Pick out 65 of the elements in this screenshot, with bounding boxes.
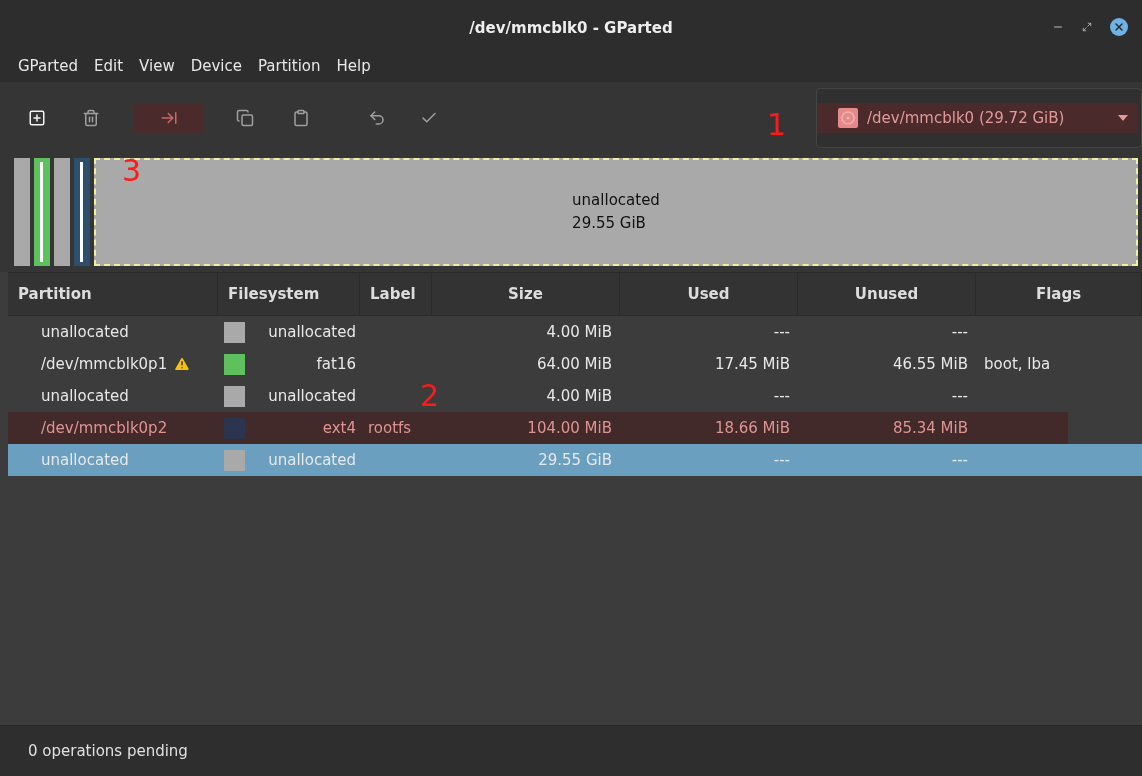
column-header[interactable]: Flags: [976, 273, 1142, 315]
table-cell-text: 18.66 MiB: [713, 418, 791, 439]
table-cell-text: 4.00 MiB: [545, 386, 613, 407]
partition-block[interactable]: [74, 158, 90, 266]
column-header[interactable]: Label: [360, 273, 432, 315]
column-header[interactable]: Filesystem: [218, 273, 360, 315]
menu-item[interactable]: Edit: [86, 57, 132, 75]
annotation-number: 3: [122, 156, 142, 186]
table-cell-text: 29.55 GiB: [537, 450, 613, 471]
table-cell: unallocated: [41, 323, 129, 341]
table-cell-text: ---: [950, 450, 969, 471]
table-cell-text: unallocated: [267, 323, 357, 341]
new-partition-icon: [28, 109, 46, 127]
table-cell-text: fat16: [315, 355, 357, 373]
table-cell-text: ext4: [321, 419, 357, 437]
maximize-icon: [1082, 22, 1092, 32]
column-header[interactable]: Size: [432, 273, 620, 315]
table-cell: /dev/mmcblk0p1: [41, 355, 168, 373]
device-selector[interactable]: /dev/mmcblk0 (29.72 GiB): [817, 103, 1137, 133]
menu-item[interactable]: Device: [182, 57, 250, 75]
table-cell-text: ---: [772, 322, 791, 343]
clipboard-icon: [292, 109, 310, 127]
table-cell-text: 104.00 MiB: [526, 418, 613, 439]
table-cell: unallocated: [41, 451, 129, 469]
table-cell-text: 46.55 MiB: [891, 354, 969, 375]
table-cell-text: 85.34 MiB: [891, 418, 969, 439]
table-cell-text: ---: [950, 386, 969, 407]
table-cell-text: ---: [950, 322, 969, 343]
close-icon: [1113, 21, 1125, 33]
close-button[interactable]: [1110, 18, 1128, 36]
table-cell-text: boot, lba: [983, 354, 1052, 375]
column-header[interactable]: Unused: [798, 273, 976, 315]
table-cell-text: 64.00 MiB: [535, 354, 613, 375]
partition-block[interactable]: 3 unallocated 29.55 GiB: [94, 158, 1138, 266]
table-cell-text: 4.00 MiB: [545, 322, 613, 343]
column-header[interactable]: Used: [620, 273, 798, 315]
copy-icon: [236, 109, 254, 127]
menu-item[interactable]: View: [131, 57, 183, 75]
block-label: unallocated: [572, 190, 660, 211]
table-cell-text: 17.45 MiB: [713, 354, 791, 375]
table-cell: /dev/mmcblk0p2: [41, 419, 168, 437]
table-cell-text: rootfs: [367, 418, 413, 439]
table-cell-text: unallocated: [267, 387, 357, 405]
annotation-number: 2: [420, 381, 440, 411]
menu-item[interactable]: Help: [328, 57, 379, 75]
undo-icon: [368, 109, 386, 127]
partition-row[interactable]: unallocated unallocated 4.00 MiB --- ---: [8, 316, 1142, 348]
partition-row[interactable]: /dev/mmcblk0p1 fat16 64.00 MiB 17.45 MiB 46.55 MiB boot, lba: [8, 348, 1142, 380]
block-size: 29.55 GiB: [572, 213, 647, 234]
maximize-button[interactable]: [1082, 22, 1092, 32]
menu-item[interactable]: GParted: [10, 57, 86, 75]
status-text: 0 operations pending: [28, 742, 188, 760]
partition-row[interactable]: unallocated unallocated 2 4.00 MiB --- ---: [8, 380, 1142, 412]
menu-item[interactable]: Partition: [250, 57, 329, 75]
table-cell-text: ---: [772, 450, 791, 471]
column-header[interactable]: Partition: [8, 273, 218, 315]
partition-row[interactable]: /dev/mmcblk0p2 ext4 rootfs 104.00 MiB 18.66 MiB 85.34 MiB: [8, 412, 1068, 444]
dropdown-caret-icon: [1117, 114, 1129, 122]
annotation-number: 1: [767, 110, 787, 140]
arrow-to-line-icon: [160, 109, 178, 127]
table-cell-text: ---: [772, 386, 791, 407]
table-cell-text: unallocated: [267, 451, 357, 469]
table-cell: unallocated: [41, 387, 129, 405]
trash-icon: [82, 109, 100, 127]
window-title: /dev/mmcblk0 - GParted: [469, 19, 673, 37]
